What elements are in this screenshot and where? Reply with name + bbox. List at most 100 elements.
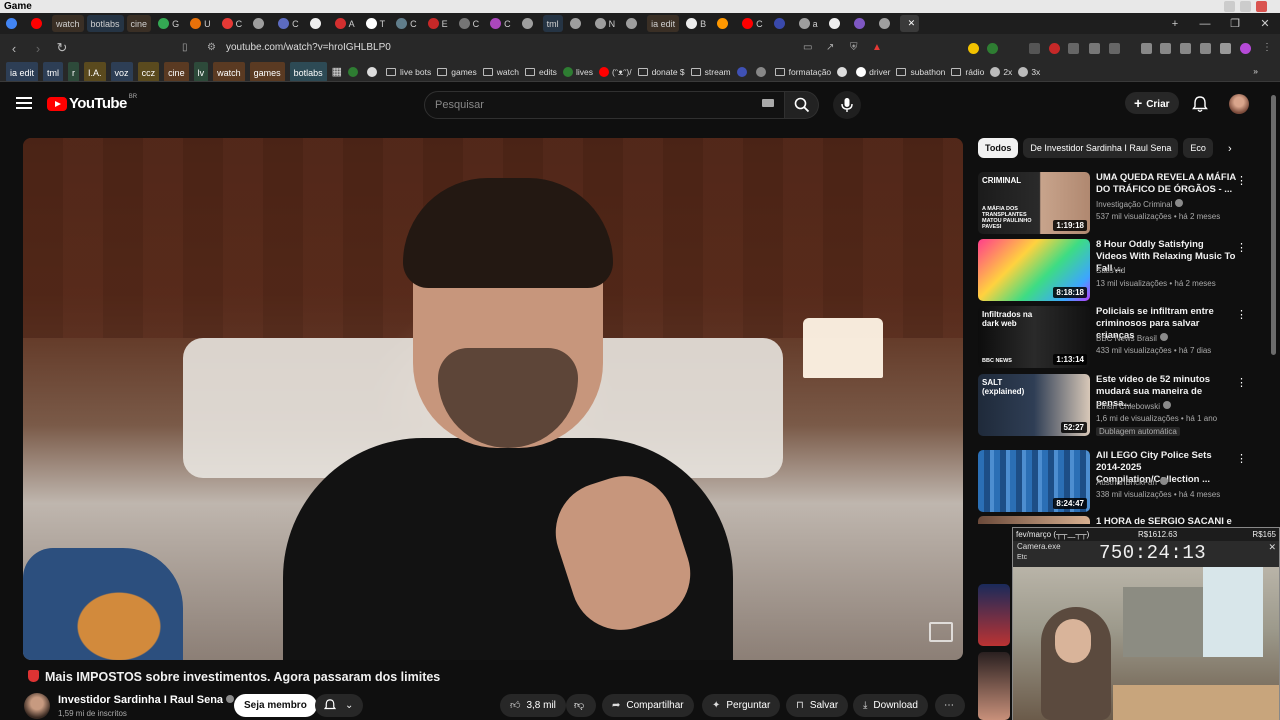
browser-tab[interactable]: C xyxy=(738,15,767,32)
forward-icon[interactable]: › xyxy=(28,41,48,56)
recommendation-thumbnail[interactable]: SALT (explained) 52:27 xyxy=(978,374,1090,436)
bookmark-item[interactable]: edits xyxy=(524,67,557,77)
search-button[interactable] xyxy=(785,91,819,119)
browser-tab[interactable]: C xyxy=(274,15,303,32)
recommendation-item[interactable]: 8:24:47 All LEGO City Police Sets 2014-20… xyxy=(978,450,1248,512)
more-options-icon[interactable]: ⋮ xyxy=(1236,308,1247,321)
bookmark-item[interactable]: rádio xyxy=(951,67,984,77)
browser-tab[interactable]: B xyxy=(682,15,710,32)
close-tab-icon[interactable]: ✕ xyxy=(908,18,916,29)
site-info-icon[interactable]: ⚙ xyxy=(207,42,216,53)
extension-icon[interactable] xyxy=(1240,43,1251,54)
voice-search-button[interactable] xyxy=(833,91,861,119)
recommendation-channel[interactable]: BBC News Brasil xyxy=(1096,333,1168,343)
menu-icon[interactable]: ⋮ xyxy=(1262,42,1272,53)
recommendation-title[interactable]: 1 HORA de SERGIO SACANI e ... xyxy=(1096,516,1236,524)
close-icon[interactable]: ✕ xyxy=(1250,17,1280,30)
save-button[interactable]: ⊓ Salvar xyxy=(786,694,849,717)
recommendation-thumbnail[interactable] xyxy=(978,516,1090,524)
dislike-button[interactable]: 👎︎ xyxy=(566,694,596,717)
recommendation-channel[interactable]: Ethan Chlebowski xyxy=(1096,401,1172,411)
bookmark-item[interactable]: donate $ xyxy=(637,67,685,77)
recommendation-channel[interactable]: SatisVid xyxy=(1096,266,1125,275)
new-tab-icon[interactable]: + xyxy=(1160,18,1190,30)
bookmark-item[interactable] xyxy=(367,66,380,77)
browser-tab[interactable] xyxy=(306,15,328,32)
bookmark-item[interactable]: watch xyxy=(482,67,519,77)
bookmark-item[interactable]: (ᵔᴥᵔ)/ xyxy=(598,66,632,77)
bookmark-item[interactable]: formatação xyxy=(774,67,831,77)
close-window-icon[interactable] xyxy=(1256,1,1267,12)
browser-tab[interactable]: T xyxy=(362,15,390,32)
extension-icon[interactable] xyxy=(1089,43,1100,54)
bookmark-item[interactable] xyxy=(755,66,769,77)
recommendation-thumbnail[interactable]: CRIMINAL A MÁFIA DOS TRANSPLANTES MATOU P… xyxy=(978,172,1090,234)
bookmark-item[interactable]: driver xyxy=(856,66,890,77)
browser-tab[interactable]: watch xyxy=(52,15,84,32)
minimize-icon[interactable]: — xyxy=(1190,18,1220,30)
bookmark-item[interactable]: games xyxy=(249,62,285,81)
recommendation-item[interactable]: Infiltrados na dark web BBC NEWS 1:13:14 Po… xyxy=(978,306,1248,368)
browser-tab[interactable] xyxy=(2,15,24,32)
browser-tab[interactable]: botlabs xyxy=(86,15,124,32)
ask-button[interactable]: ✦ Perguntar xyxy=(702,694,781,717)
bookmark-item[interactable]: cine xyxy=(164,62,189,81)
keyboard-icon[interactable] xyxy=(762,99,774,107)
bookmark-item[interactable]: games xyxy=(437,67,477,77)
extension-icon[interactable] xyxy=(1109,43,1120,54)
more-options-icon[interactable]: ⋮ xyxy=(1236,174,1247,187)
bookmark-item[interactable]: voz xyxy=(110,62,133,81)
share-button[interactable]: ➦ Compartilhar xyxy=(602,694,694,717)
more-options-icon[interactable]: ⋮ xyxy=(1236,376,1247,389)
browser-tab[interactable]: E xyxy=(424,15,452,32)
extension-icon[interactable] xyxy=(1068,43,1079,54)
bookmark-item[interactable]: botlabs xyxy=(289,62,327,81)
browser-tab[interactable] xyxy=(770,15,792,32)
browser-tab[interactable]: a xyxy=(795,15,822,32)
browser-tab[interactable] xyxy=(825,15,847,32)
browser-tab[interactable]: G xyxy=(154,15,183,32)
subscription-bell-button[interactable]: ⌄ xyxy=(315,694,363,717)
filter-chip[interactable]: Eco xyxy=(1183,138,1213,158)
video-player[interactable] xyxy=(23,138,963,660)
bookmark-item[interactable]: ccz xyxy=(137,62,160,81)
maximize-icon[interactable] xyxy=(1240,1,1251,12)
url-field[interactable]: youtube.com/watch?v=hroIGHLBLP0 xyxy=(226,34,391,62)
bookmark-item[interactable]: live bots xyxy=(386,67,431,77)
recommendation-thumbnail[interactable]: 8:18:18 xyxy=(978,239,1090,301)
browser-tab[interactable] xyxy=(713,15,735,32)
browser-tab[interactable]: U xyxy=(186,15,215,32)
bookmark-item[interactable] xyxy=(348,66,361,77)
browser-tab[interactable] xyxy=(27,15,49,32)
bookmark-item[interactable]: watch xyxy=(213,62,245,81)
filter-chip[interactable]: Todos xyxy=(978,138,1019,158)
bookmark-item[interactable]: ia edit xyxy=(6,62,39,81)
minimize-icon[interactable] xyxy=(1224,1,1235,12)
recommendation-item[interactable]: SALT (explained) 52:27 Este vídeo de 52 mi… xyxy=(978,374,1248,436)
recommendation-item[interactable]: CRIMINAL A MÁFIA DOS TRANSPLANTES MATOU P… xyxy=(978,172,1248,234)
channel-avatar[interactable] xyxy=(24,693,50,719)
reload-icon[interactable]: ↻ xyxy=(52,40,72,56)
share-icon[interactable]: ↗ xyxy=(826,42,834,53)
music-icon[interactable] xyxy=(1141,43,1152,54)
extension-icon[interactable] xyxy=(1049,43,1060,54)
shield-icon[interactable]: ⛨ xyxy=(850,42,858,53)
bookmark-item[interactable]: subathon xyxy=(896,67,945,77)
recommendation-channel[interactable]: AustrianBrickFan xyxy=(1096,477,1168,487)
browser-tab[interactable] xyxy=(566,15,588,32)
extension-icon[interactable] xyxy=(1029,43,1040,54)
bookmark-item[interactable]: ▦ xyxy=(332,65,342,78)
bookmark-item[interactable]: I.A. xyxy=(84,62,106,81)
filter-chip[interactable]: De Investidor Sardinha I Raul Sena xyxy=(1023,138,1179,158)
browser-tab[interactable] xyxy=(249,15,271,32)
like-button[interactable]: 👍︎ 3,8 mil xyxy=(500,694,566,717)
recommendation-title[interactable]: UMA QUEDA REVELA A MÁFIA DO TRÁFICO DE Ó… xyxy=(1096,172,1236,196)
browser-tab[interactable]: cine xyxy=(126,15,152,32)
browser-tab[interactable] xyxy=(875,15,897,32)
bookmark-item[interactable]: stream xyxy=(690,67,731,77)
account-avatar[interactable] xyxy=(1229,94,1249,114)
bookmark-item[interactable]: 3x xyxy=(1018,66,1040,77)
browser-tab[interactable]: A xyxy=(331,15,359,32)
bookmark-page-icon[interactable]: ▯ xyxy=(182,42,188,53)
browser-tab[interactable]: C xyxy=(392,15,421,32)
